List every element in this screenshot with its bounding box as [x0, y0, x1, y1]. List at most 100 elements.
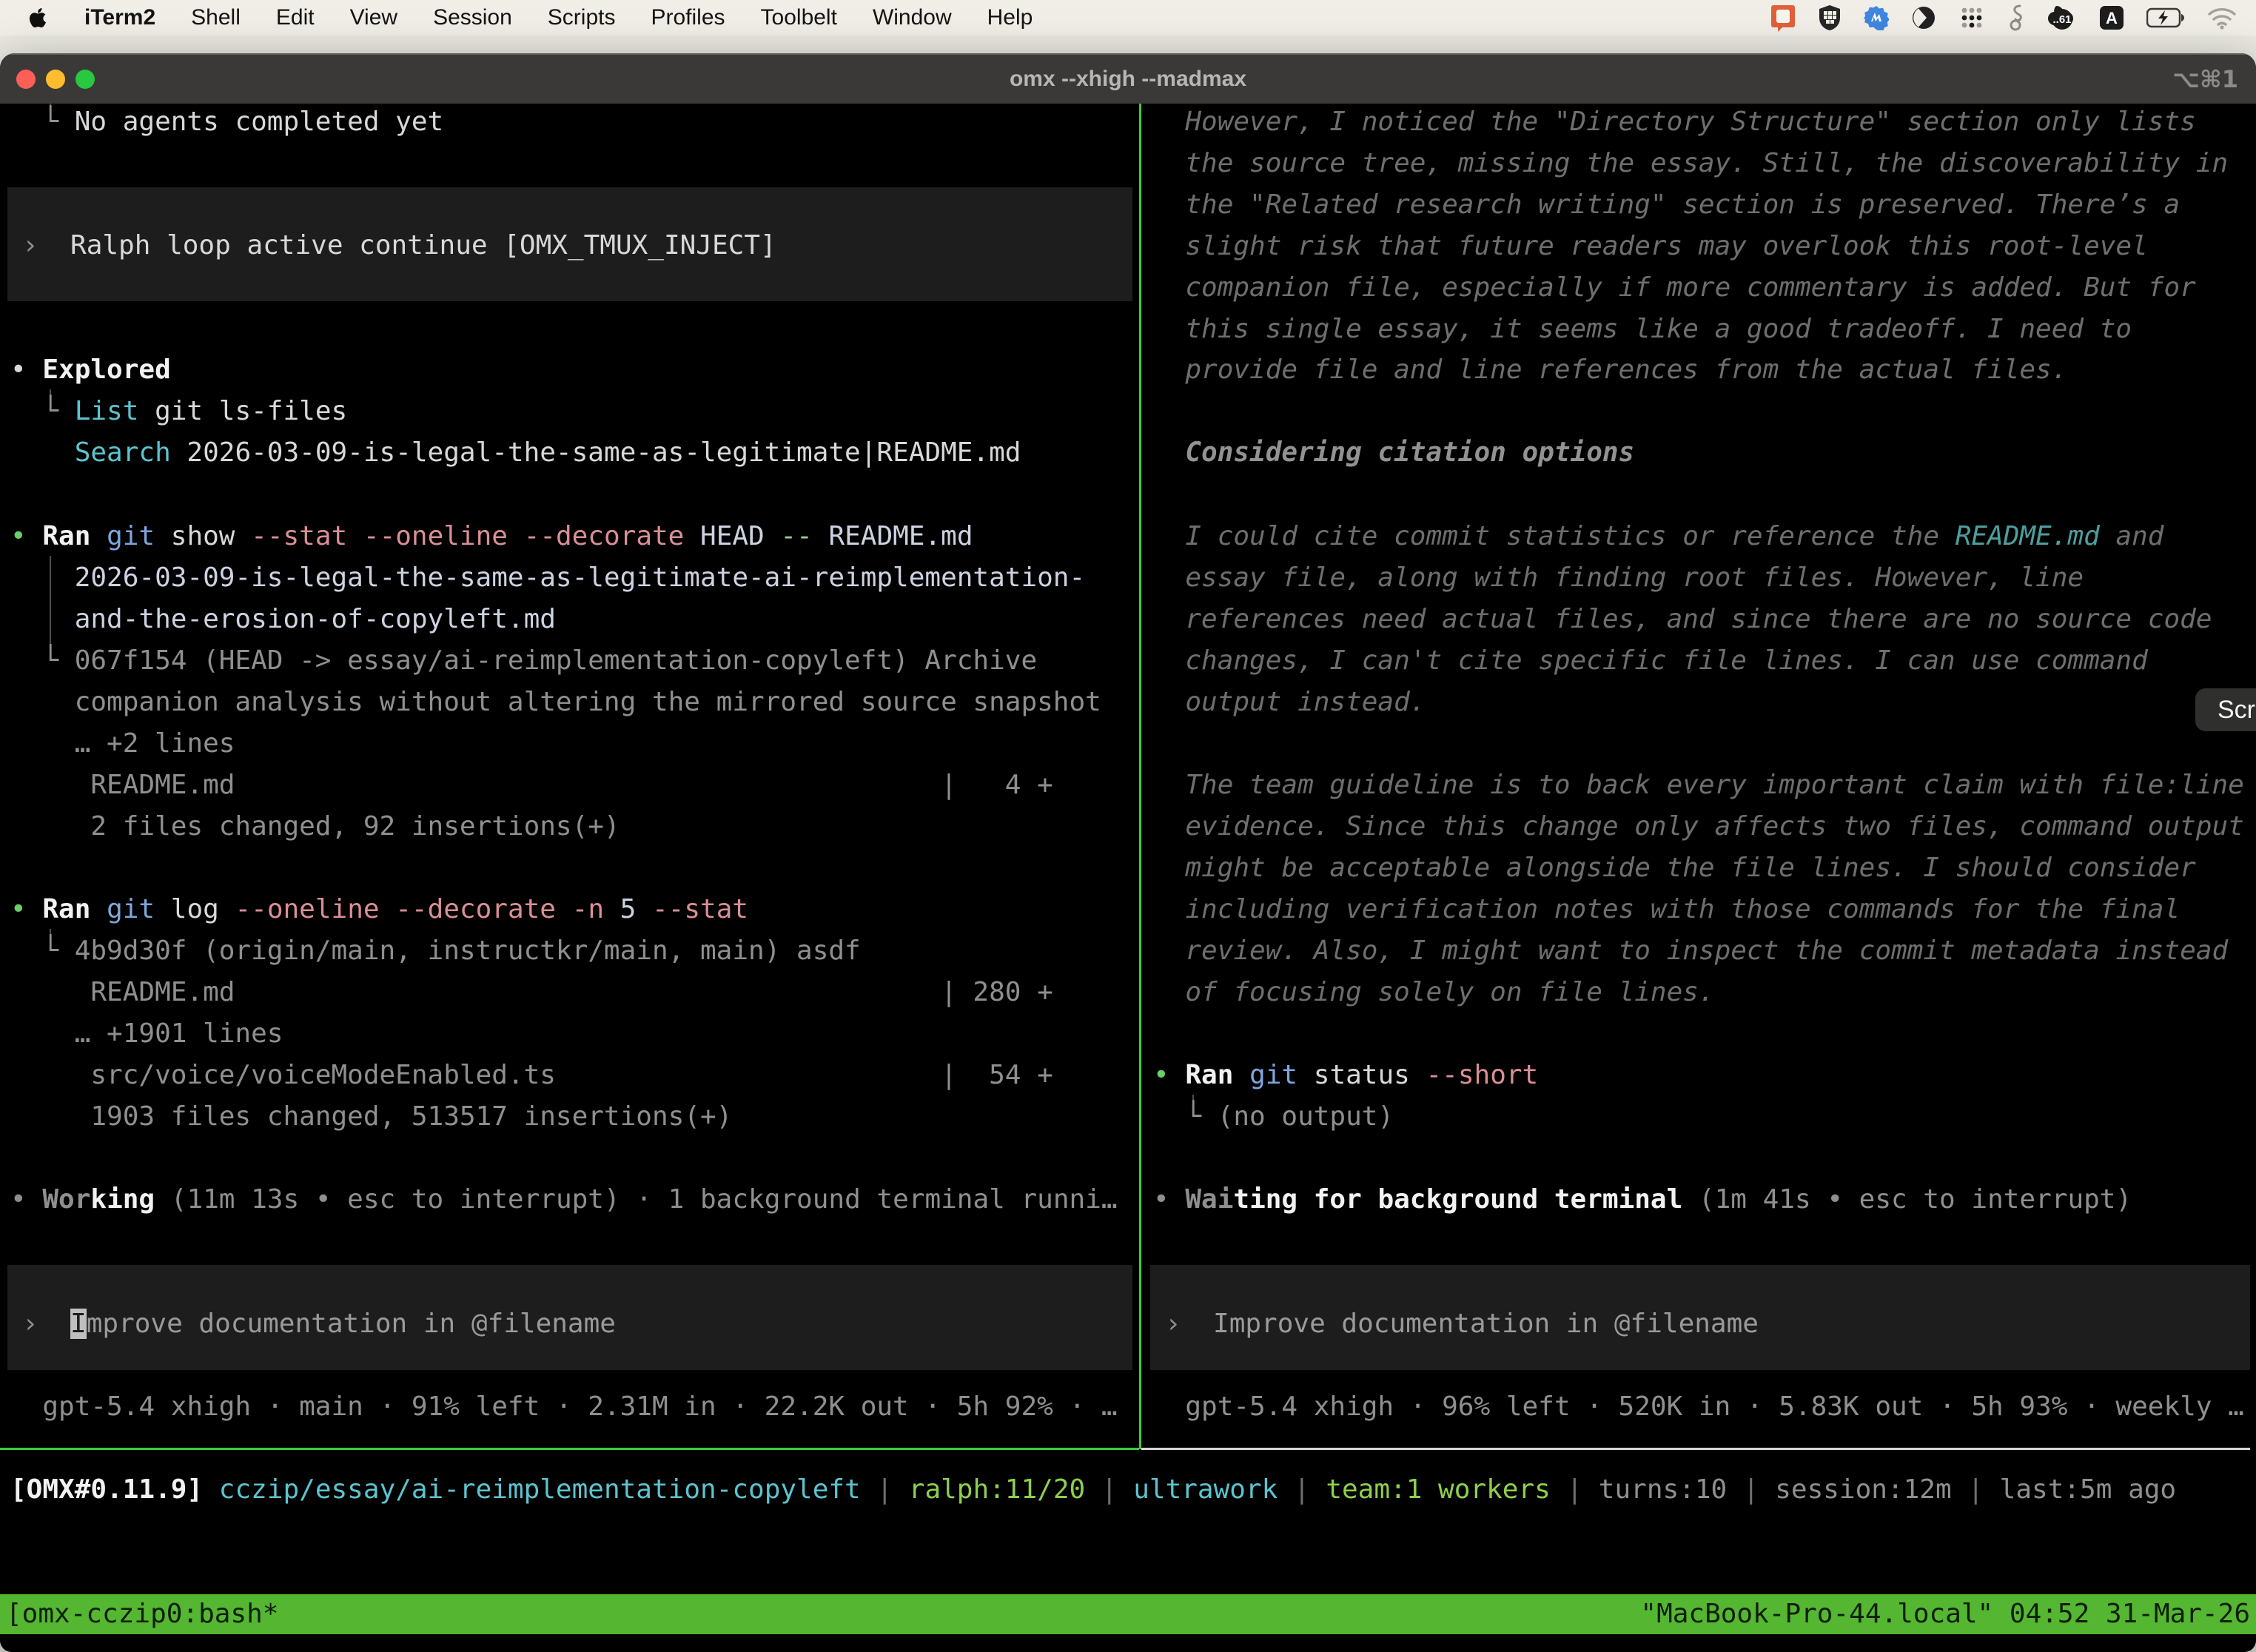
menu-item-toolbelt[interactable]: Toolbelt: [743, 5, 855, 30]
battery-icon[interactable]: [2146, 7, 2185, 29]
text-segment: README.md: [1955, 521, 2100, 551]
text-segment: status: [1297, 1060, 1410, 1090]
menu-item-profiles[interactable]: Profiles: [633, 5, 742, 30]
text-segment: log: [155, 894, 219, 924]
menu-item-help[interactable]: Help: [970, 5, 1051, 30]
text-segment: The team guideline is to back every impo…: [1153, 770, 2244, 800]
left-prompt-line: › Improve documentation in @filename: [22, 1303, 616, 1345]
text-segment: Considering citation options: [1153, 437, 1634, 468]
git-show-output-3: … +2 lines: [10, 723, 235, 765]
text-segment: git: [1249, 1060, 1297, 1090]
window-title-bar[interactable]: omx --xhigh --madmax ⌥⌘1: [0, 53, 2256, 104]
text-segment: the "Related research writing" section i…: [1153, 189, 2180, 220]
text-segment: evidence. Since this change only affects…: [1153, 811, 2244, 842]
text-segment: companion analysis without altering the …: [10, 687, 1101, 717]
menu-item-iterm2[interactable]: iTerm2: [67, 5, 173, 30]
text-segment: 1903 files changed, 513517 insertions(+): [10, 1101, 732, 1132]
text-segment: src/voice/voiceModeEnabled.ts | 54 +: [10, 1060, 1053, 1090]
git-show-stat-readme: README.md | 4 +: [10, 765, 1053, 806]
thinking-para3-line2: evidence. Since this change only affects…: [1153, 806, 2244, 847]
blue-badge-icon[interactable]: [1864, 5, 1889, 30]
thinking-para1-line3: the "Related research writing" section i…: [1153, 184, 2180, 226]
thinking-heading: Considering citation options: [1153, 432, 1634, 474]
text-segment: I could cite commit statistics or refere…: [1153, 521, 1955, 551]
text-segment: output instead.: [1153, 687, 1426, 717]
text-segment: -n: [556, 894, 604, 924]
menu-item-scripts[interactable]: Scripts: [530, 5, 634, 30]
pane-divider[interactable]: [1139, 104, 1141, 1449]
terminal-content[interactable]: [omx-cczip0:bash* "MacBook-Pro-44.local"…: [0, 104, 2256, 1652]
text-segment: the source tree, missing the essay. Stil…: [1153, 148, 2228, 178]
text-segment: changes, I can't cite specific file line…: [1153, 645, 2148, 676]
git-log-stat-summary: 1903 files changed, 513517 insertions(+): [10, 1096, 732, 1138]
text-segment: turns:10: [1599, 1474, 1727, 1505]
screen-share-overlay[interactable]: Scre: [2195, 688, 2256, 731]
text-segment: (11m 13s • esc to interrupt) · 1 backgro…: [155, 1184, 1117, 1215]
menu-item-shell[interactable]: Shell: [173, 5, 258, 30]
chat-app-icon[interactable]: [1770, 4, 1796, 32]
git-log-stat-readme: README.md | 280 +: [10, 972, 1053, 1013]
menu-item-edit[interactable]: Edit: [258, 5, 332, 30]
text-segment: [10, 437, 75, 468]
menu-item-window[interactable]: Window: [855, 5, 970, 30]
text-segment: (1m 41s • esc to interrupt): [1682, 1184, 2132, 1215]
text-segment: session:12m: [1775, 1474, 1951, 1505]
text-segment: 2026-03-09-is-legal-the-same-as-legitima…: [171, 437, 1021, 468]
text-segment: 2026-03-09-is-legal-the-same-as-legitima…: [10, 563, 1085, 593]
text-segment: List: [75, 396, 139, 426]
text-segment: Ran: [1185, 1060, 1233, 1090]
text-segment: HEAD: [684, 521, 764, 551]
text-segment: |: [861, 1474, 909, 1505]
text-segment: However, I noticed the "Directory Struct…: [1153, 107, 2196, 137]
thinking-para2-line5: output instead.: [1153, 682, 1426, 723]
thinking-para1-line4: slight risk that future readers may over…: [1153, 226, 2148, 267]
menu-status-icons: ..61 A: [1770, 4, 2256, 32]
text-segment: … +1901 lines: [10, 1018, 283, 1049]
text-segment: provide file and line references from th…: [1153, 355, 2067, 385]
wifi-icon[interactable]: [2207, 6, 2237, 30]
text-segment: gpt-5.4 xhigh · main · 91% left · 2.31M …: [10, 1391, 1118, 1422]
thinking-para3-line4: including verification notes with those …: [1153, 889, 2180, 930]
iterm2-window: omx --xhigh --madmax ⌥⌘1 [omx-cczip0:bas…: [0, 53, 2256, 1652]
text-segment: [90, 521, 107, 551]
text-segment: this single essay, it seems like a good …: [1153, 314, 2132, 344]
git-show-output-2: companion analysis without altering the …: [10, 682, 1101, 723]
omx-status-bar: [OMX#0.11.9] cczip/essay/ai-reimplementa…: [10, 1469, 2176, 1511]
text-segment: git: [107, 894, 155, 924]
ran-git-show-line: • Ran git show --stat --oneline --decora…: [10, 516, 973, 557]
thinking-para3-line5: review. Also, I might want to inspect th…: [1153, 930, 2228, 972]
waiting-status-line: • Waiting for background terminal (1m 41…: [1153, 1179, 2132, 1220]
git-status-output: └ (no output): [1153, 1096, 1394, 1138]
thinking-para2-line3: references need actual files, and since …: [1153, 599, 2212, 640]
text-segment: └ 067f154 (HEAD -> essay/ai-reimplementa…: [10, 645, 1037, 676]
dark-disc-icon[interactable]: [1911, 5, 1936, 30]
dots-grid-icon[interactable]: [1958, 5, 1985, 30]
apple-menu[interactable]: [0, 7, 67, 29]
squiggle-icon[interactable]: [2007, 4, 2025, 32]
git-show-stat-summary: 2 files changed, 92 insertions(+): [10, 806, 620, 847]
text-segment: No agents completed yet: [75, 107, 444, 137]
text-segment: gpt-5.4 xhigh · 96% left · 520K in · 5.8…: [1153, 1391, 2244, 1422]
text-segment: •: [10, 521, 42, 551]
text-segment: --stat --oneline --decorate: [235, 521, 684, 551]
menu-item-view[interactable]: View: [332, 5, 415, 30]
shield-grid-icon[interactable]: [1818, 4, 1842, 31]
text-segment: |: [1551, 1474, 1599, 1505]
screen-share-overlay-label: Scre: [2218, 696, 2256, 725]
battery-percent-badge-icon[interactable]: ..61: [2047, 4, 2077, 31]
menu-item-session[interactable]: Session: [415, 5, 530, 30]
text-segment: --stat: [636, 894, 748, 924]
text-segment: slight risk that future readers may over…: [1153, 231, 2148, 261]
left-pane-bottom-border: [0, 1448, 1139, 1450]
thinking-para1-line2: the source tree, missing the essay. Stil…: [1153, 143, 2228, 184]
text-segment: Explored: [42, 355, 170, 385]
right-prompt-line: › Improve documentation in @filename: [1165, 1303, 1759, 1345]
text-segment: of focusing solely on file lines.: [1153, 977, 1715, 1007]
thinking-para2-line1: I could cite commit statistics or refere…: [1153, 516, 2163, 557]
thinking-para1-line5: companion file, especially if more comme…: [1153, 267, 2196, 309]
thinking-para1-line1: However, I noticed the "Directory Struct…: [1153, 101, 2196, 143]
thinking-para2-line4: changes, I can't cite specific file line…: [1153, 640, 2148, 682]
text-segment: └ 4b9d30f (origin/main, instructkr/main,…: [10, 936, 861, 966]
input-source-icon[interactable]: A: [2099, 5, 2124, 30]
text-segment: git ls-files: [138, 396, 347, 426]
